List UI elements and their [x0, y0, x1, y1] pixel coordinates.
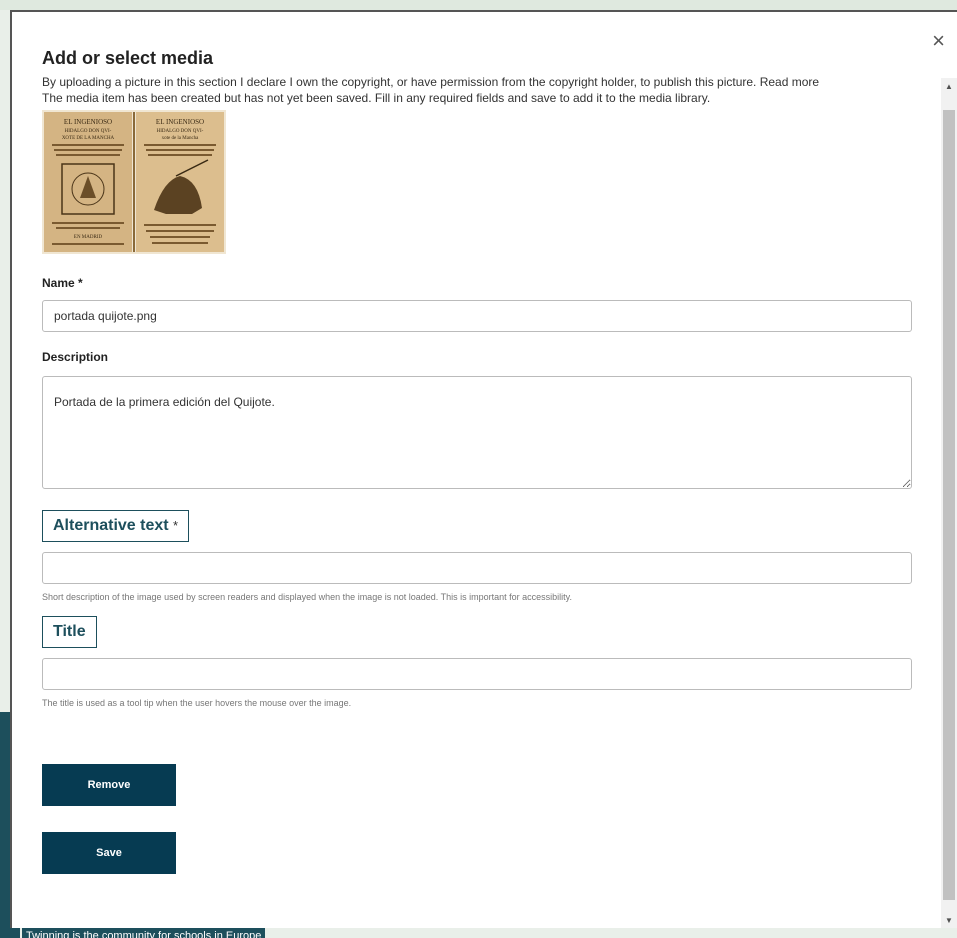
scroll-down-icon[interactable]: ▼	[941, 914, 957, 928]
thumb-left-line2: HIDALGO DON QVI-	[65, 129, 112, 134]
scrollbar-thumb[interactable]	[943, 110, 955, 900]
alt-text-input[interactable]	[42, 552, 912, 584]
name-label: Name *	[42, 276, 83, 290]
copyright-notice: By uploading a picture in this section I…	[42, 75, 820, 89]
media-thumbnail: EL INGENIOSO HIDALGO DON QVI- XOTE DE LA…	[42, 110, 226, 254]
alt-text-label-box: Alternative text *	[42, 510, 190, 542]
alt-text-help: Short description of the image used by s…	[42, 592, 572, 602]
title-help: The title is used as a tool tip when the…	[42, 698, 352, 708]
thumb-right-line2: HIDALGO DON QVI-	[157, 129, 204, 134]
dialog-title: Add or select media	[42, 48, 214, 68]
name-input[interactable]	[42, 300, 912, 332]
dialog-content: By uploading a picture in this section I…	[42, 74, 922, 874]
thumb-right-line3: xote de la Mancha	[162, 136, 200, 141]
description-label: Description	[42, 350, 109, 364]
description-textarea[interactable]: Portada de la primera edición del Quijot…	[42, 376, 912, 489]
backdrop-header	[0, 0, 957, 10]
scroll-up-icon[interactable]: ▲	[941, 80, 957, 94]
alt-text-label: Alternative text	[53, 517, 169, 534]
scrollbar[interactable]: ▲ ▼	[941, 78, 957, 928]
remove-button[interactable]: Remove	[42, 764, 176, 806]
close-icon[interactable]: ×	[932, 30, 945, 52]
title-label-box: Title	[42, 616, 97, 648]
thumb-left-line1: EL INGENIOSO	[64, 118, 112, 126]
media-dialog: × Add or select media By uploading a pic…	[10, 10, 957, 928]
title-label: Title	[53, 623, 86, 640]
title-input[interactable]	[42, 658, 912, 690]
thumb-footer: EN MADRID	[74, 235, 103, 240]
status-message: The media item has been created but has …	[42, 91, 711, 105]
thumb-right-line1: EL INGENIOSO	[156, 118, 204, 126]
thumb-left-line3: XOTE DE LA MANCHA	[62, 136, 115, 141]
backdrop-footer-text: Twinning is the community for schools in…	[22, 928, 266, 938]
save-button[interactable]: Save	[42, 832, 176, 874]
alt-text-required-marker: *	[173, 518, 179, 533]
